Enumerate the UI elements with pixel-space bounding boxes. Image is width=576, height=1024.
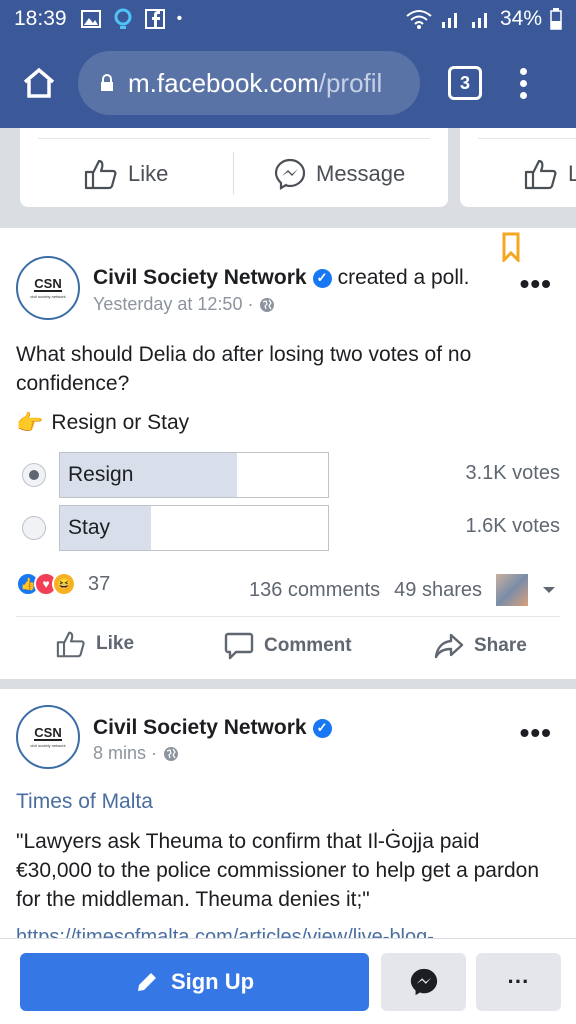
poll-option-votes[interactable]: 1.6K votes: [465, 515, 560, 538]
avatar-tagline: civil society network: [30, 743, 66, 748]
avatar-logo: CSN: [34, 725, 62, 741]
message-button[interactable]: Message: [274, 158, 405, 190]
avatar-tagline: civil society network: [30, 294, 66, 299]
author-name[interactable]: Civil Society Network: [93, 266, 307, 290]
like-label: Like: [128, 161, 169, 186]
facebook-icon: [144, 9, 165, 29]
poll-question: What should Delia do after losing two vo…: [16, 343, 472, 395]
post-time[interactable]: 8 mins ·: [93, 743, 157, 764]
bookmark-icon[interactable]: [502, 232, 520, 262]
news-post: CSN civil society network Civil Society …: [0, 689, 576, 942]
radio-selected[interactable]: [22, 463, 46, 487]
address-bar[interactable]: m.facebook.com/profil: [78, 51, 420, 115]
share-icon: [434, 633, 464, 659]
home-button[interactable]: [0, 67, 78, 99]
location-icon: [114, 8, 132, 29]
chevron-down-icon[interactable]: [542, 585, 556, 595]
profile-like-button[interactable]: Like: [84, 158, 168, 190]
more-button[interactable]: ···: [476, 953, 561, 1011]
pointing-hand-icon: 👉: [16, 410, 44, 435]
url-host: m.facebook.com: [128, 67, 319, 98]
avatar-logo: CSN: [34, 276, 62, 292]
status-bar: 18:39 • 34%: [0, 0, 576, 38]
profile-actions-card-2: L: [460, 128, 576, 207]
browser-toolbar: m.facebook.com/profil 3: [0, 38, 576, 128]
poll-option[interactable]: Stay 1.6K votes: [20, 505, 560, 551]
verified-badge-icon: ✓: [312, 268, 332, 288]
profile-like-button-2[interactable]: L: [524, 158, 576, 190]
bottom-bar: Sign Up ···: [0, 938, 576, 1024]
signal-icon-2: [471, 13, 487, 28]
thumbs-up-icon: [84, 159, 117, 190]
post-options-button[interactable]: •••: [520, 717, 552, 749]
reaction-count: 37: [88, 572, 111, 595]
battery-level: 34%: [499, 7, 542, 30]
share-label: Share: [474, 635, 527, 656]
url-path: /profil: [318, 67, 383, 98]
messenger-button[interactable]: [381, 953, 466, 1011]
reaction-summary[interactable]: 👍 ♥ 😆 37: [16, 572, 110, 596]
poll-subtitle: Resign or Stay: [51, 411, 190, 434]
messenger-icon: [410, 968, 437, 996]
thumbs-up-icon: [524, 159, 557, 190]
post-action: created a poll.: [337, 266, 470, 289]
haha-reaction-icon: 😆: [52, 572, 76, 596]
poll-option-label: Resign: [68, 463, 134, 486]
tab-count-button[interactable]: 3: [448, 66, 482, 100]
comment-label: Comment: [264, 635, 352, 656]
verified-badge-icon: ✓: [312, 718, 332, 738]
avatar[interactable]: CSN civil society network: [16, 256, 80, 320]
profile-actions-card: Like Message: [20, 128, 448, 207]
poll-option-bar[interactable]: Resign: [59, 452, 329, 498]
poll-option[interactable]: Resign 3.1K votes: [20, 452, 560, 498]
globe-icon: [164, 746, 179, 761]
sign-up-label: Sign Up: [170, 969, 255, 994]
wifi-icon: [406, 10, 432, 29]
comment-button[interactable]: Comment: [224, 632, 352, 660]
message-label: Message: [316, 161, 406, 186]
like-button[interactable]: Like: [56, 630, 134, 658]
like-label-partial: L: [568, 161, 576, 186]
gallery-icon: [80, 10, 101, 28]
share-button[interactable]: Share: [434, 632, 527, 660]
notification-dot-icon: •: [176, 10, 183, 27]
post-options-button[interactable]: •••: [520, 268, 552, 300]
pencil-icon: [137, 973, 156, 991]
radio-unselected[interactable]: [22, 516, 46, 540]
source-name[interactable]: Times of Malta: [16, 790, 153, 814]
post-quote: "Lawyers ask Theuma to confirm that Il-Ġ…: [16, 830, 540, 911]
like-label: Like: [96, 633, 135, 654]
poll-post: CSN civil society network Civil Society …: [0, 228, 576, 679]
status-time: 18:39: [14, 7, 67, 30]
avatar[interactable]: CSN civil society network: [16, 705, 80, 769]
share-count[interactable]: 49 shares: [394, 579, 482, 602]
poll-option-bar[interactable]: Stay: [59, 505, 329, 551]
poll-option-votes[interactable]: 3.1K votes: [465, 462, 560, 485]
messenger-icon: [274, 158, 306, 190]
comment-count[interactable]: 136 comments: [249, 579, 380, 602]
lock-icon: [101, 74, 113, 91]
comment-icon: [224, 632, 254, 660]
poll-option-label: Stay: [68, 516, 111, 539]
home-icon: [23, 67, 55, 98]
sign-up-button[interactable]: Sign Up: [20, 953, 369, 1011]
battery-icon: [550, 8, 562, 30]
signal-icon: [441, 13, 457, 28]
browser-menu-button[interactable]: [520, 67, 527, 99]
globe-icon: [260, 297, 275, 312]
author-name[interactable]: Civil Society Network: [93, 716, 307, 740]
viewer-avatar[interactable]: [496, 574, 528, 606]
post-time[interactable]: Yesterday at 12:50 ·: [93, 294, 253, 315]
thumbs-up-icon: [56, 631, 85, 658]
